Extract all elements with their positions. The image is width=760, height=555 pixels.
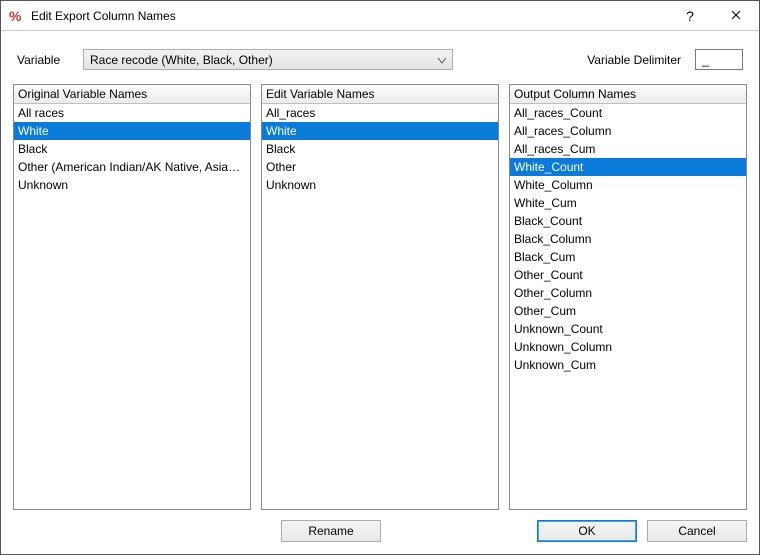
app-icon: % — [9, 8, 25, 24]
list-item[interactable]: White_Cum — [510, 194, 746, 212]
list-item[interactable]: Black_Count — [510, 212, 746, 230]
list-item[interactable]: White — [14, 122, 250, 140]
list-item[interactable]: All_races_Cum — [510, 140, 746, 158]
list-item[interactable]: Unknown_Cum — [510, 356, 746, 374]
variable-row: Variable Race recode (White, Black, Othe… — [1, 31, 759, 84]
list-item[interactable]: Other — [262, 158, 498, 176]
list-item[interactable]: All_races_Count — [510, 104, 746, 122]
list-item[interactable]: White_Count — [510, 158, 746, 176]
ok-button[interactable]: OK — [537, 520, 637, 542]
help-button[interactable]: ? — [667, 1, 713, 31]
list-original[interactable]: All racesWhiteBlackOther (American India… — [14, 104, 250, 509]
list-item[interactable]: All_races — [262, 104, 498, 122]
cancel-button-label: Cancel — [678, 524, 715, 538]
window-title: Edit Export Column Names — [31, 9, 176, 23]
lists-area: Original Variable Names All racesWhiteBl… — [1, 84, 759, 510]
list-item[interactable]: Other_Column — [510, 284, 746, 302]
variable-label: Variable — [17, 53, 77, 67]
list-item[interactable]: Other_Count — [510, 266, 746, 284]
rename-button-label: Rename — [308, 524, 353, 538]
panel-edit-header: Edit Variable Names — [262, 85, 498, 104]
variable-combo[interactable]: Race recode (White, Black, Other) — [83, 49, 453, 70]
delimiter-input[interactable] — [695, 49, 743, 70]
list-item[interactable]: Other (American Indian/AK Native, Asian/… — [14, 158, 250, 176]
dialog-window: % Edit Export Column Names ? Variable Ra… — [0, 0, 760, 555]
list-item[interactable]: White_Column — [510, 176, 746, 194]
panel-edit: Edit Variable Names All_racesWhiteBlackO… — [261, 84, 499, 510]
close-button[interactable] — [713, 1, 759, 31]
svg-text:%: % — [9, 8, 22, 24]
chevron-down-icon — [438, 53, 446, 67]
variable-combo-value: Race recode (White, Black, Other) — [90, 53, 273, 67]
panel-output: Output Column Names All_races_CountAll_r… — [509, 84, 747, 510]
list-item[interactable]: All_races_Column — [510, 122, 746, 140]
list-item[interactable]: Unknown_Count — [510, 320, 746, 338]
ok-button-label: OK — [578, 524, 595, 538]
panel-output-header: Output Column Names — [510, 85, 746, 104]
list-item[interactable]: Black_Cum — [510, 248, 746, 266]
panel-original: Original Variable Names All racesWhiteBl… — [13, 84, 251, 510]
cancel-button[interactable]: Cancel — [647, 520, 747, 542]
list-item[interactable]: Unknown_Column — [510, 338, 746, 356]
button-bar: Rename OK Cancel — [1, 510, 759, 554]
list-item[interactable]: All races — [14, 104, 250, 122]
list-item[interactable]: Black — [14, 140, 250, 158]
list-item[interactable]: Other_Cum — [510, 302, 746, 320]
rename-button[interactable]: Rename — [281, 520, 381, 542]
close-icon — [731, 9, 741, 23]
titlebar: % Edit Export Column Names ? — [1, 1, 759, 31]
list-item[interactable]: Black_Column — [510, 230, 746, 248]
list-item[interactable]: Black — [262, 140, 498, 158]
list-item[interactable]: Unknown — [14, 176, 250, 194]
delimiter-label: Variable Delimiter — [587, 53, 681, 67]
panel-original-header: Original Variable Names — [14, 85, 250, 104]
list-edit[interactable]: All_racesWhiteBlackOtherUnknown — [262, 104, 498, 509]
list-item[interactable]: White — [262, 122, 498, 140]
list-item[interactable]: Unknown — [262, 176, 498, 194]
list-output[interactable]: All_races_CountAll_races_ColumnAll_races… — [510, 104, 746, 509]
